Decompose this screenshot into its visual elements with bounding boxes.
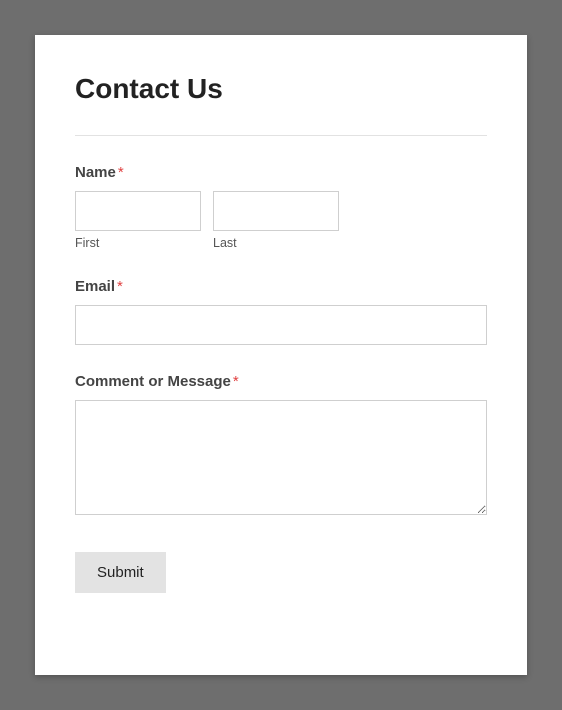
first-name-col: First [75,191,201,250]
required-marker: * [117,278,123,295]
email-label-text: Email [75,278,115,295]
message-field-group: Comment or Message* [75,373,487,520]
message-label-text: Comment or Message [75,373,231,390]
required-marker: * [233,373,239,390]
message-textarea[interactable] [75,400,487,515]
name-field-group: Name* First Last [75,164,487,250]
required-marker: * [118,164,124,181]
name-label: Name* [75,164,487,181]
contact-form-card: Contact Us Name* First Last Email* Comme… [35,35,527,675]
page-title: Contact Us [75,73,487,105]
last-name-col: Last [213,191,339,250]
last-name-input[interactable] [213,191,339,231]
email-label: Email* [75,278,487,295]
first-name-input[interactable] [75,191,201,231]
email-field-group: Email* [75,278,487,345]
message-label: Comment or Message* [75,373,487,390]
last-name-sublabel: Last [213,236,339,250]
name-label-text: Name [75,164,116,181]
first-name-sublabel: First [75,236,201,250]
email-input[interactable] [75,305,487,345]
divider [75,135,487,136]
name-row: First Last [75,191,487,250]
submit-button[interactable]: Submit [75,552,166,593]
